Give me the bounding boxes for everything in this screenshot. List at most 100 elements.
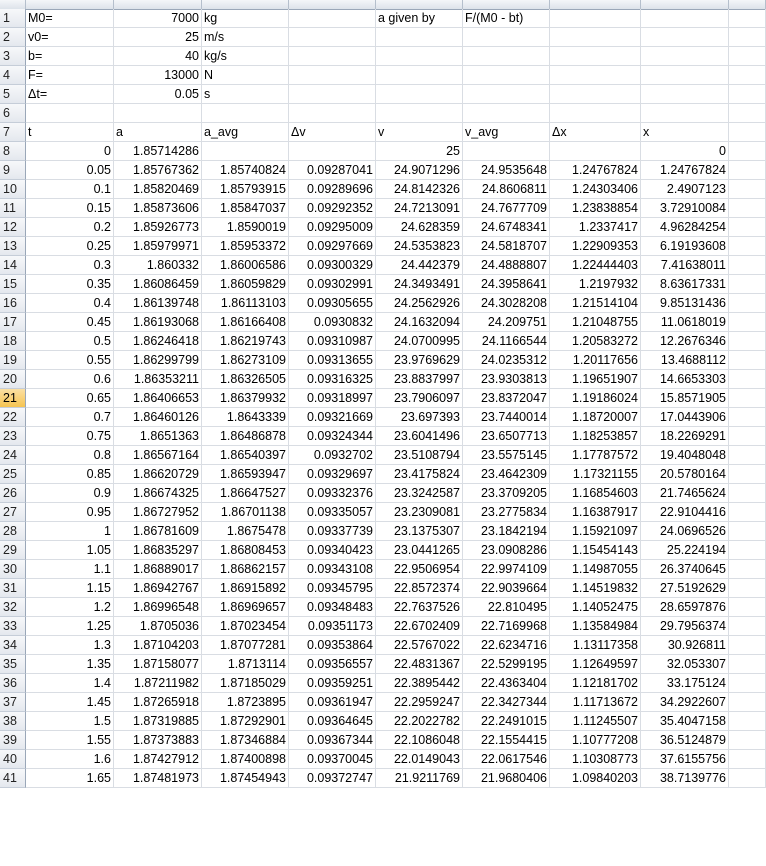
data-cell[interactable]: 1.86006586 <box>202 256 289 275</box>
cell[interactable] <box>729 712 766 731</box>
data-cell[interactable]: 23.3242587 <box>376 484 463 503</box>
data-cell[interactable]: 22.6234716 <box>463 636 550 655</box>
row-header[interactable]: 20 <box>0 370 26 389</box>
data-cell[interactable]: 0.09359251 <box>289 674 376 693</box>
data-cell[interactable]: 35.4047158 <box>641 712 729 731</box>
row-header[interactable]: 5 <box>0 85 26 104</box>
data-cell[interactable]: 34.2922607 <box>641 693 729 712</box>
data-cell[interactable]: 0.09287041 <box>289 161 376 180</box>
row-header[interactable]: 37 <box>0 693 26 712</box>
data-cell[interactable]: 23.8837997 <box>376 370 463 389</box>
row-header[interactable]: 32 <box>0 598 26 617</box>
cell[interactable] <box>729 522 766 541</box>
data-cell[interactable]: 22.9506954 <box>376 560 463 579</box>
cell[interactable] <box>641 28 729 47</box>
data-cell[interactable]: 1.23838854 <box>550 199 641 218</box>
data-cell[interactable]: 0.95 <box>26 503 114 522</box>
data-cell[interactable]: 0.2 <box>26 218 114 237</box>
column-label-cell[interactable]: a <box>114 123 202 142</box>
data-cell[interactable]: 0.09370045 <box>289 750 376 769</box>
cell[interactable] <box>729 503 766 522</box>
data-cell[interactable]: 1.87185029 <box>202 674 289 693</box>
column-header-d[interactable] <box>289 0 376 9</box>
data-cell[interactable]: 23.0441265 <box>376 541 463 560</box>
cell[interactable] <box>729 351 766 370</box>
cell[interactable] <box>729 617 766 636</box>
cell[interactable] <box>550 66 641 85</box>
data-cell[interactable]: 21.7465624 <box>641 484 729 503</box>
data-cell[interactable]: 1.86166408 <box>202 313 289 332</box>
cell[interactable] <box>114 104 202 123</box>
note-formula-cell[interactable] <box>463 47 550 66</box>
data-cell[interactable]: 1.35 <box>26 655 114 674</box>
data-cell[interactable]: 1.1 <box>26 560 114 579</box>
param-label-cell[interactable]: Δt= <box>26 85 114 104</box>
data-cell[interactable]: 32.053307 <box>641 655 729 674</box>
cell[interactable] <box>550 85 641 104</box>
data-cell[interactable]: 26.3740645 <box>641 560 729 579</box>
data-cell[interactable]: 1.19651907 <box>550 370 641 389</box>
data-cell[interactable]: 0.0932702 <box>289 446 376 465</box>
data-cell[interactable]: 1.6 <box>26 750 114 769</box>
data-cell[interactable]: 0.4 <box>26 294 114 313</box>
data-cell[interactable]: 1.85873606 <box>114 199 202 218</box>
data-cell[interactable]: 22.1086048 <box>376 731 463 750</box>
data-cell[interactable]: 0.09321669 <box>289 408 376 427</box>
data-cell[interactable]: 0.09332376 <box>289 484 376 503</box>
row-header[interactable]: 35 <box>0 655 26 674</box>
data-cell[interactable]: 1.86701138 <box>202 503 289 522</box>
data-cell[interactable]: 23.5575145 <box>463 446 550 465</box>
row-header[interactable]: 17 <box>0 313 26 332</box>
data-cell[interactable]: 1.85953372 <box>202 237 289 256</box>
data-cell[interactable]: 1.87373883 <box>114 731 202 750</box>
note-formula-cell[interactable] <box>463 28 550 47</box>
row-header[interactable]: 39 <box>0 731 26 750</box>
cell[interactable] <box>729 731 766 750</box>
data-cell[interactable]: 23.3709205 <box>463 484 550 503</box>
cell[interactable] <box>202 104 289 123</box>
data-cell[interactable]: 4.96284254 <box>641 218 729 237</box>
data-cell[interactable]: 23.1375307 <box>376 522 463 541</box>
data-cell[interactable]: 1.21514104 <box>550 294 641 313</box>
data-cell[interactable]: 0.09351173 <box>289 617 376 636</box>
cell[interactable] <box>729 389 766 408</box>
cell[interactable] <box>729 142 766 161</box>
data-cell[interactable] <box>550 142 641 161</box>
cell[interactable] <box>289 9 376 28</box>
row-header[interactable]: 19 <box>0 351 26 370</box>
data-cell[interactable]: 1.55 <box>26 731 114 750</box>
data-cell[interactable]: 1.13584984 <box>550 617 641 636</box>
data-cell[interactable]: 1.86647527 <box>202 484 289 503</box>
cell[interactable] <box>729 218 766 237</box>
data-cell[interactable]: 1.86835297 <box>114 541 202 560</box>
data-cell[interactable]: 23.5108794 <box>376 446 463 465</box>
data-cell[interactable]: 1.16854603 <box>550 484 641 503</box>
data-cell[interactable]: 1.10777208 <box>550 731 641 750</box>
data-cell[interactable]: 0.09356557 <box>289 655 376 674</box>
row-header[interactable]: 7 <box>0 123 26 142</box>
data-cell[interactable]: 1.86915892 <box>202 579 289 598</box>
data-cell[interactable]: 1.15454143 <box>550 541 641 560</box>
param-value-cell[interactable]: 7000 <box>114 9 202 28</box>
data-cell[interactable]: 24.3958641 <box>463 275 550 294</box>
cell[interactable] <box>550 9 641 28</box>
column-header-e[interactable] <box>376 0 463 9</box>
data-cell[interactable]: 23.697393 <box>376 408 463 427</box>
data-cell[interactable]: 1.87292901 <box>202 712 289 731</box>
data-cell[interactable]: 14.6653303 <box>641 370 729 389</box>
data-cell[interactable]: 23.8372047 <box>463 389 550 408</box>
cell[interactable] <box>289 104 376 123</box>
data-cell[interactable]: 12.2676346 <box>641 332 729 351</box>
data-cell[interactable]: 1.14519832 <box>550 579 641 598</box>
data-cell[interactable]: 3.72910084 <box>641 199 729 218</box>
data-cell[interactable]: 0.55 <box>26 351 114 370</box>
data-cell[interactable]: 24.8606811 <box>463 180 550 199</box>
data-cell[interactable]: 18.2269291 <box>641 427 729 446</box>
data-cell[interactable]: 0.09353864 <box>289 636 376 655</box>
data-cell[interactable]: 22.0617546 <box>463 750 550 769</box>
data-cell[interactable]: 22.2959247 <box>376 693 463 712</box>
data-cell[interactable] <box>289 142 376 161</box>
cell[interactable] <box>729 408 766 427</box>
data-cell[interactable]: 24.6748341 <box>463 218 550 237</box>
data-cell[interactable]: 22.810495 <box>463 598 550 617</box>
